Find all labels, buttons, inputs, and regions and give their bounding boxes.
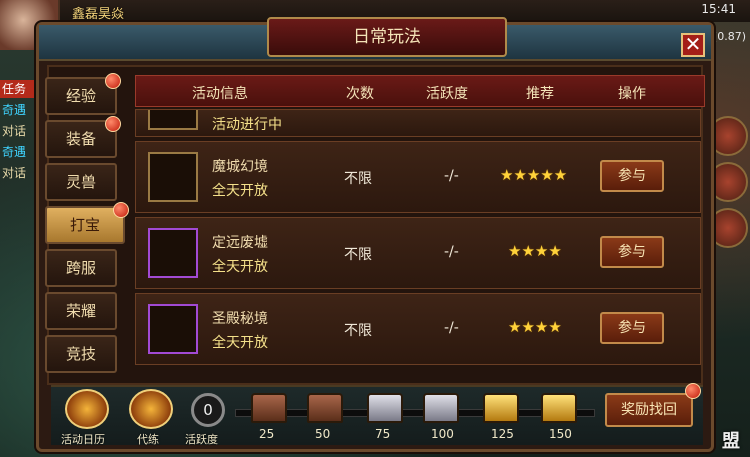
tab-label: 打宝: [69, 216, 100, 234]
auto-fight-icon[interactable]: [708, 162, 748, 202]
clock: 15:41: [701, 2, 736, 16]
join-button[interactable]: 参与: [600, 312, 664, 344]
row-time: 活动进行中: [212, 117, 282, 133]
watermark-logo: 盟: [722, 431, 740, 452]
star-rating: ★★★★★: [500, 166, 568, 184]
notification-badge: [105, 73, 121, 89]
boost-label: 代练: [137, 433, 159, 446]
category-tabs: 经验装备灵兽打宝跨服荣耀竞技: [45, 73, 129, 378]
join-button[interactable]: 参与: [600, 160, 664, 192]
rescue-icon[interactable]: [708, 208, 748, 248]
bronze-chest-icon[interactable]: [307, 393, 343, 423]
row-activity-points: -/-: [444, 244, 459, 260]
table-header: 活动信息 次数 活跃度 推荐 操作: [135, 75, 705, 107]
row-count: 不限: [344, 171, 372, 187]
tab-3[interactable]: 打宝: [45, 202, 129, 244]
row-time: 全天开放: [212, 259, 268, 275]
table-row: 圣殿秘境全天开放 不限 -/- ★★★★ 参与: [135, 293, 701, 365]
tab-1[interactable]: 装备: [45, 116, 121, 158]
activity-points-ring: 0: [191, 393, 225, 427]
quest-item[interactable]: 对话: [0, 164, 40, 182]
row-time: 全天开放: [212, 183, 268, 199]
table-row: 定远废墟全天开放 不限 -/- ★★★★ 参与: [135, 217, 701, 289]
notification-badge: [113, 202, 129, 218]
row-name: 魔城幻境: [212, 159, 268, 175]
header-action: 操作: [618, 86, 646, 102]
tab-label: 跨服: [65, 259, 96, 277]
notification-badge: [105, 116, 121, 132]
tab-4[interactable]: 跨服: [45, 249, 117, 287]
quest-item[interactable]: 奇遇: [0, 101, 40, 119]
milestone-value: 25: [259, 427, 275, 441]
golden-wings-icon: [148, 304, 198, 354]
header-activity-points: 活跃度: [426, 86, 468, 102]
daily-activities-dialog: 日常玩法 ✕ 经验 装备 灵兽 打宝 跨服 荣耀 竞技 活动信息 次数 活跃度 推荐 操作 …: [36, 17, 714, 452]
row-activity-points: -/-: [444, 320, 459, 336]
table-row: 魔城幻境全天开放 不限 -/- ★★★★★ 参与: [135, 141, 701, 213]
tab-label: 装备: [65, 130, 96, 148]
notification-badge: [685, 383, 701, 399]
row-count: 不限: [344, 323, 372, 339]
row-count: 不限: [344, 247, 372, 263]
milestone-value: 150: [549, 427, 572, 441]
quest-item[interactable]: 对话: [0, 122, 40, 140]
boost-icon[interactable]: [129, 389, 173, 429]
activity-table: 活动信息 次数 活跃度 推荐 操作 活动进行中 魔城幻境 全天开放 不限 -/- ★★★…: [135, 75, 705, 375]
star-rating: ★★★★: [508, 318, 562, 336]
row-time: 全天开放: [212, 335, 268, 351]
bronze-chest-icon[interactable]: [251, 393, 287, 423]
tab-2[interactable]: 灵兽: [45, 163, 117, 201]
dialog-title: 日常玩法: [267, 17, 507, 57]
sword-armor-icon: [148, 228, 198, 278]
calendar-icon[interactable]: [65, 389, 109, 429]
tab-6[interactable]: 竞技: [45, 335, 117, 373]
quest-tab[interactable]: 任务: [0, 80, 36, 98]
activity-rows: 活动进行中 魔城幻境 全天开放 不限 -/- ★★★★★ 参与 定远废墟 全天开放 不限 -/- ★…: [135, 109, 705, 369]
quest-item[interactable]: 奇遇: [0, 143, 40, 161]
join-button[interactable]: 参与: [600, 236, 664, 268]
tab-label: 竞技: [65, 345, 96, 363]
header-recommend: 推荐: [526, 86, 554, 102]
row-activity-points: -/-: [444, 168, 459, 184]
row-name: 圣殿秘境: [212, 311, 268, 327]
tab-5[interactable]: 荣耀: [45, 292, 117, 330]
treasure-chest-icon: [148, 152, 198, 202]
activity-points-label: 活跃度: [185, 433, 218, 446]
tab-label: 灵兽: [65, 173, 96, 191]
table-row-partial: 活动进行中: [135, 109, 701, 137]
row-name: 定远废墟: [212, 235, 268, 251]
calendar-label: 活动日历: [61, 433, 105, 446]
tab-label: 荣耀: [65, 302, 96, 320]
silver-chest-icon[interactable]: [367, 393, 403, 423]
tab-label: 经验: [65, 87, 96, 105]
milestone-value: 125: [491, 427, 514, 441]
silver-chest-icon[interactable]: [423, 393, 459, 423]
milestone-value: 50: [315, 427, 331, 441]
bottom-activity-bar: 活动日历 代练 0 活跃度 25 50 75 100 125 150 奖励找回: [51, 383, 703, 446]
gold-chest-icon[interactable]: [541, 393, 577, 423]
gold-chest-icon[interactable]: [483, 393, 519, 423]
community-icon[interactable]: [708, 116, 748, 156]
header-activity-info: 活动信息: [192, 86, 248, 102]
left-quest-panel: 任务 奇遇 对话 奇遇 对话: [0, 80, 40, 185]
header-count: 次数: [346, 86, 374, 102]
milestone-value: 75: [375, 427, 391, 441]
star-rating: ★★★★: [508, 242, 562, 260]
activity-icon: [148, 110, 198, 130]
player-name: 鑫磊昊焱: [72, 7, 125, 22]
coords-readout: (0.87): [712, 30, 746, 43]
close-button[interactable]: ✕: [681, 33, 705, 57]
tab-0[interactable]: 经验: [45, 73, 121, 115]
reward-recover-button[interactable]: 奖励找回: [605, 393, 693, 427]
milestone-value: 100: [431, 427, 454, 441]
